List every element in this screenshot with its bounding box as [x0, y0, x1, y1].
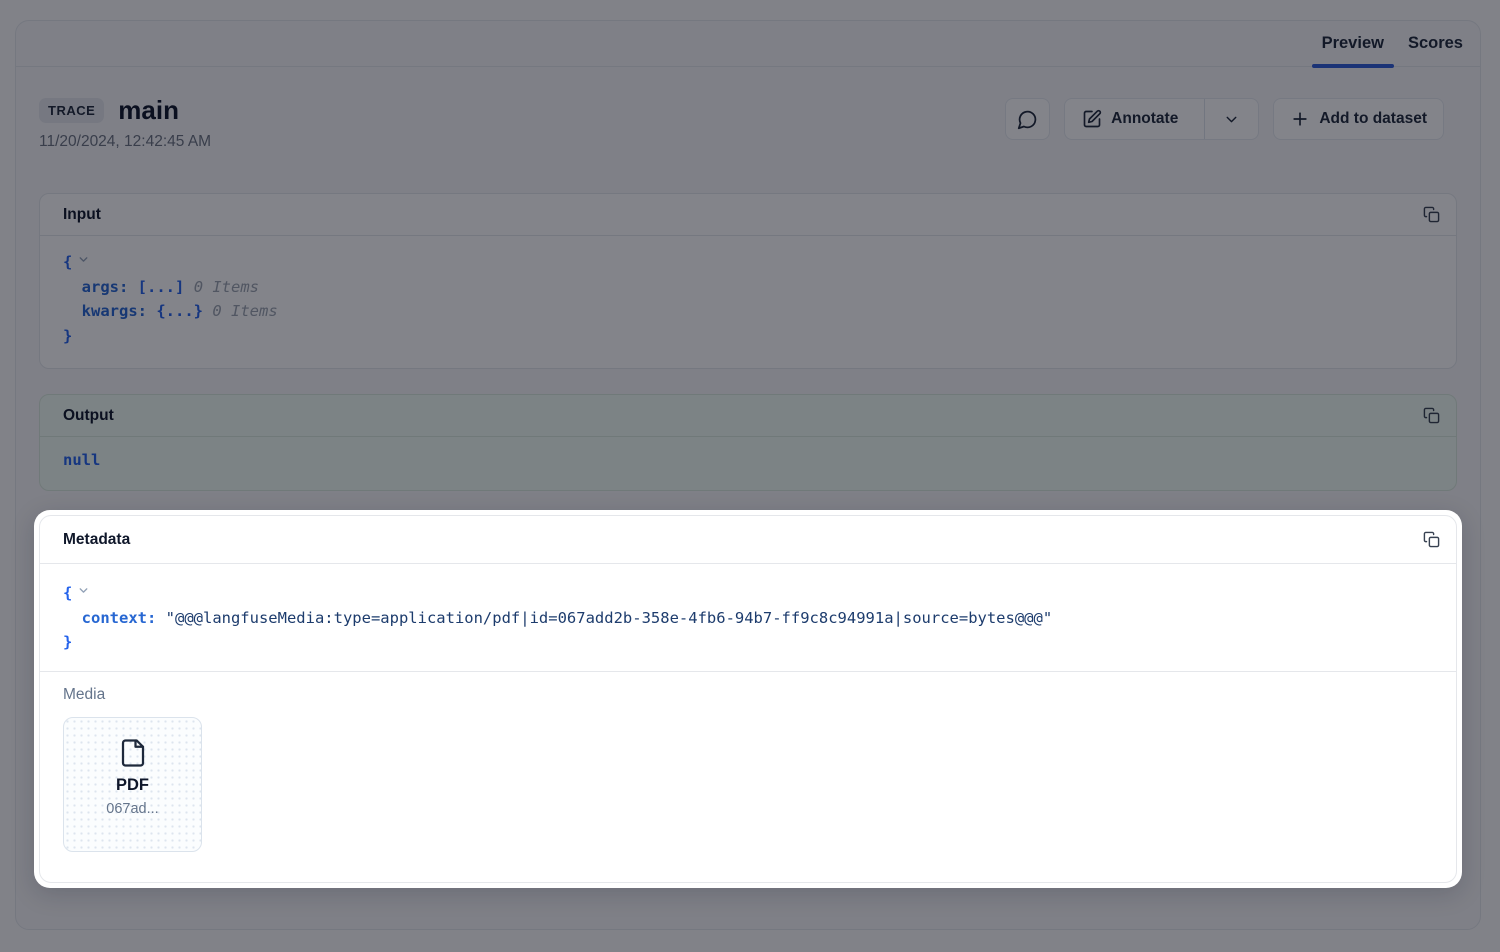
- trace-detail-card: Preview Scores TRACE main 11/20/2024, 12…: [15, 20, 1481, 930]
- media-file-type: PDF: [116, 776, 149, 795]
- media-file-id: 067ad...: [106, 801, 158, 817]
- json-collapsed-value[interactable]: [...]: [138, 278, 185, 296]
- message-circle-icon: [1017, 109, 1038, 130]
- json-brace: {: [63, 584, 72, 602]
- copy-icon: [1423, 531, 1440, 548]
- plus-icon: [1290, 109, 1310, 129]
- tab-preview[interactable]: Preview: [1310, 21, 1396, 66]
- json-key: kwargs:: [82, 302, 147, 320]
- square-pen-icon: [1082, 109, 1102, 129]
- add-to-dataset-button[interactable]: Add to dataset: [1273, 98, 1444, 140]
- input-json-viewer: { args: [...] 0 Items kwargs: {...} 0 It…: [40, 236, 1456, 368]
- input-panel: Input { args: [...] 0 Items kwargs: {...…: [39, 193, 1457, 369]
- json-brace: {: [63, 253, 72, 271]
- json-collapsed-value[interactable]: {...}: [156, 302, 203, 320]
- metadata-panel-title: Metadata: [63, 531, 130, 549]
- output-panel-title: Output: [63, 407, 114, 425]
- page-title: main: [118, 95, 179, 126]
- metadata-json-viewer: { context: "@@@langfuseMedia:type=applic…: [40, 564, 1456, 671]
- json-key: context:: [82, 609, 157, 627]
- media-label: Media: [63, 686, 1433, 704]
- output-value: null: [40, 437, 1456, 490]
- json-brace: }: [63, 633, 72, 651]
- file-icon: [118, 738, 148, 768]
- tab-preview-label: Preview: [1322, 34, 1384, 53]
- input-copy-button[interactable]: [1421, 204, 1442, 225]
- output-copy-button[interactable]: [1421, 405, 1442, 426]
- tab-scores-label: Scores: [1408, 34, 1463, 53]
- json-item-count: 0 Items: [194, 278, 259, 296]
- copy-icon: [1423, 206, 1440, 223]
- annotate-label: Annotate: [1111, 110, 1178, 128]
- copy-icon: [1423, 407, 1440, 424]
- json-string-value: "@@@langfuseMedia:type=application/pdf|i…: [166, 609, 1053, 627]
- expand-caret-icon[interactable]: [77, 249, 90, 274]
- annotate-dropdown-button[interactable]: [1204, 99, 1258, 139]
- json-brace: }: [63, 327, 72, 345]
- metadata-panel: Metadata { context: "@@@langfuseMedia:ty…: [39, 515, 1457, 883]
- media-section: Media PDF 067ad...: [40, 671, 1456, 882]
- tabbar: Preview Scores: [16, 21, 1480, 67]
- json-key: args:: [82, 278, 129, 296]
- tab-scores[interactable]: Scores: [1396, 21, 1475, 66]
- media-card-pdf[interactable]: PDF 067ad...: [63, 717, 202, 852]
- output-panel: Output null: [39, 394, 1457, 491]
- expand-caret-icon[interactable]: [77, 580, 90, 605]
- json-item-count: 0 Items: [212, 302, 277, 320]
- trace-timestamp: 11/20/2024, 12:42:45 AM: [39, 133, 211, 151]
- metadata-copy-button[interactable]: [1421, 529, 1442, 550]
- chevron-down-icon: [1223, 111, 1240, 128]
- comment-button[interactable]: [1005, 98, 1050, 140]
- annotate-button[interactable]: Annotate: [1065, 99, 1195, 139]
- add-to-dataset-label: Add to dataset: [1319, 110, 1427, 128]
- input-panel-title: Input: [63, 206, 101, 224]
- annotate-split-button: Annotate: [1064, 98, 1259, 140]
- metadata-spotlight: Metadata { context: "@@@langfuseMedia:ty…: [34, 510, 1462, 888]
- trace-badge: TRACE: [39, 98, 104, 123]
- trace-header: TRACE main 11/20/2024, 12:42:45 AM Annot…: [39, 67, 1457, 151]
